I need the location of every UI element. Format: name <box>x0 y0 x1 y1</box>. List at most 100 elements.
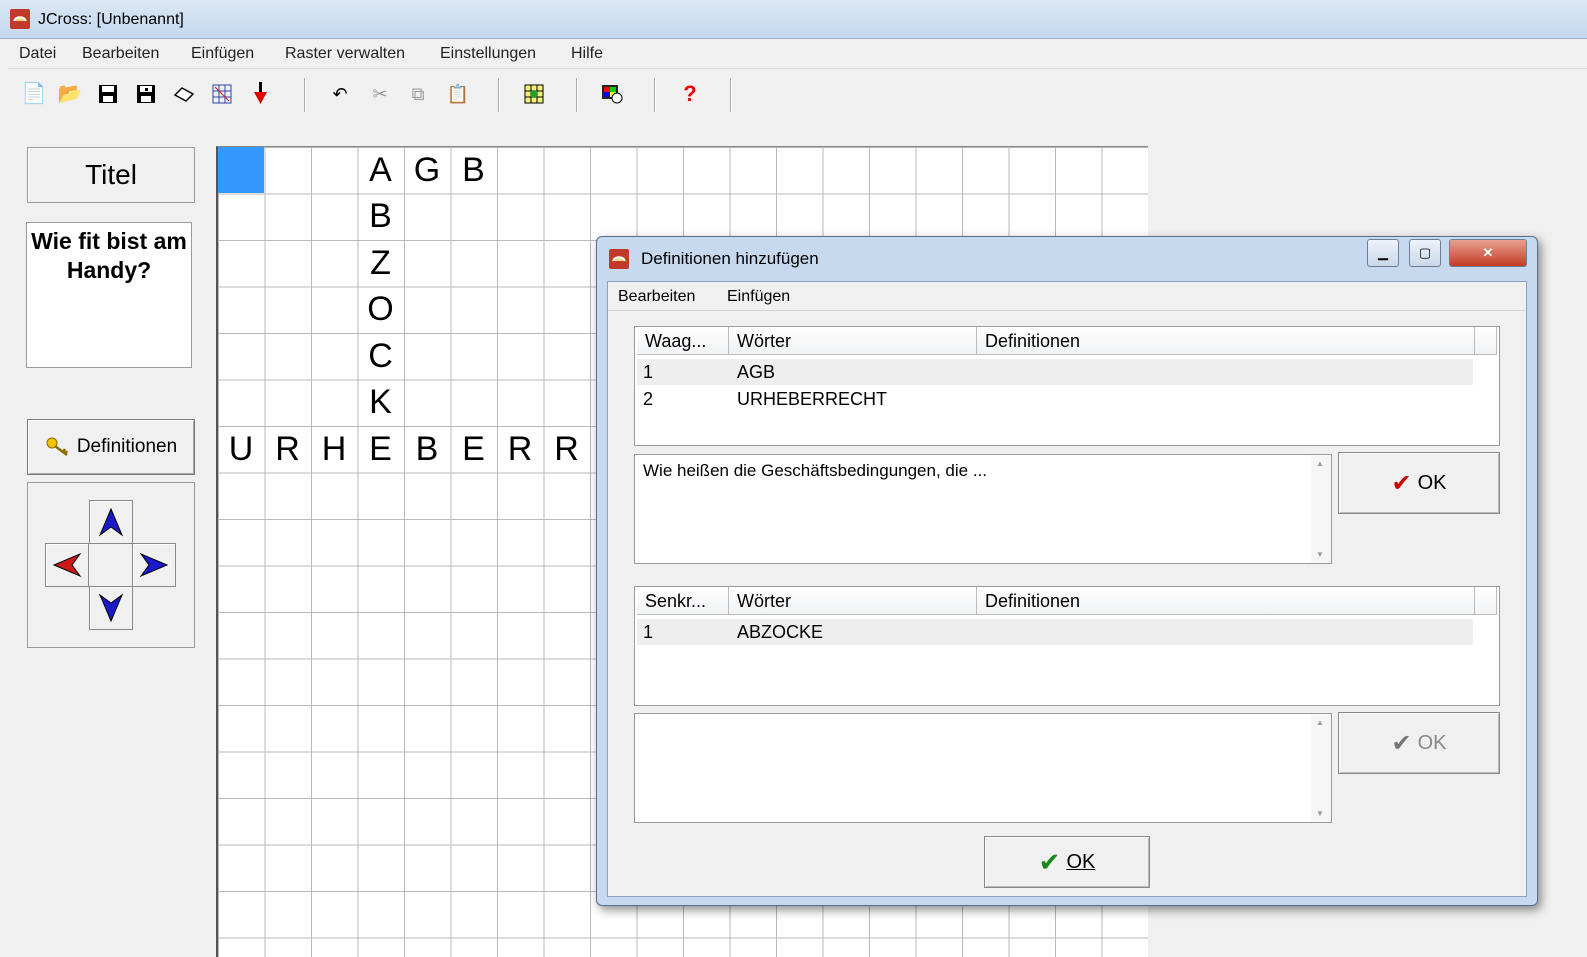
arrow-left-button[interactable] <box>45 543 89 587</box>
menu-einstellungen[interactable]: Einstellungen <box>440 45 536 63</box>
grid-cell[interactable]: A <box>358 147 404 193</box>
help-icon[interactable]: ? <box>676 80 704 108</box>
across-list[interactable]: Waag... Wörter Definitionen 1 AGB 2 URHE… <box>634 326 1500 446</box>
down-col-definitions[interactable]: Definitionen <box>977 587 1475 615</box>
across-ok-label: OK <box>1417 471 1447 494</box>
menu-datei[interactable]: Datei <box>19 45 56 63</box>
close-icon: ✕ <box>1482 245 1494 260</box>
across-row-word: AGB <box>737 362 776 382</box>
across-row-word: URHEBERRECHT <box>737 389 888 409</box>
dialog-menu-bar: Bearbeiten Einfügen <box>608 282 1526 311</box>
dialog-app-icon <box>609 249 629 269</box>
across-row[interactable]: 1 AGB <box>637 359 1473 385</box>
across-col-number[interactable]: Waag... <box>637 327 729 355</box>
down-definition-textarea[interactable]: ▲ ▼ <box>634 713 1332 823</box>
definitions-dialog: Definitionen hinzufügen ▁ ▢ ✕ Bearbeiten… <box>596 236 1538 906</box>
open-icon[interactable]: 📂 <box>56 80 84 108</box>
dialog-menu-einfuegen[interactable]: Einfügen <box>727 288 790 306</box>
window-title: JCross: [Unbenannt] <box>38 11 184 28</box>
menu-raster-verwalten[interactable]: Raster verwalten <box>285 45 405 63</box>
grid-cell[interactable]: Z <box>358 240 404 286</box>
grid-cell[interactable]: R <box>497 426 543 472</box>
dialog-ok-button[interactable]: ✔ OK <box>984 836 1150 888</box>
definitions-button[interactable]: Definitionen <box>27 419 195 475</box>
down-row[interactable]: 1 ABZOCKE <box>637 619 1473 645</box>
menu-einfuegen[interactable]: Einfügen <box>191 45 254 63</box>
maximize-button[interactable]: ▢ <box>1409 239 1441 267</box>
arrow-right-button[interactable] <box>132 543 176 587</box>
arrow-left-icon <box>52 552 82 578</box>
copy-icon[interactable]: ⧉ <box>404 80 432 108</box>
save-icon[interactable] <box>94 80 122 108</box>
dialog-body: Bearbeiten Einfügen Waag... Wörter Defin… <box>607 281 1527 897</box>
down-col-number[interactable]: Senkr... <box>637 587 729 615</box>
web-icon[interactable] <box>598 80 626 108</box>
down-row-word: ABZOCKE <box>737 622 824 642</box>
key-icon <box>46 437 68 456</box>
close-button[interactable]: ✕ <box>1449 239 1527 267</box>
grid-cell[interactable]: B <box>451 147 497 193</box>
puzzle-description[interactable]: Wie fit bist am Handy? <box>26 222 192 368</box>
check-icon: ✔ <box>1391 729 1412 757</box>
grid-cell[interactable]: G <box>404 147 450 193</box>
grid-cell[interactable]: E <box>451 426 497 472</box>
save-as-icon[interactable] <box>132 80 160 108</box>
dialog-title: Definitionen hinzufügen <box>641 249 819 268</box>
grid-cell[interactable]: K <box>358 380 404 426</box>
across-col-words[interactable]: Wörter <box>729 327 977 355</box>
new-icon[interactable]: 📄 <box>20 80 48 108</box>
minimize-button[interactable]: ▁ <box>1367 239 1399 267</box>
grid-random-icon[interactable] <box>208 80 236 108</box>
across-ok-button[interactable]: ✔ OK <box>1338 452 1500 514</box>
menu-bar: Datei Bearbeiten Einfügen Raster verwalt… <box>8 40 1587 69</box>
scroll-up-icon: ▲ <box>1316 718 1324 727</box>
dialog-menu-bearbeiten[interactable]: Bearbeiten <box>618 288 695 306</box>
grid-cell[interactable]: R <box>544 426 590 472</box>
across-definition-textarea[interactable]: Wie heißen die Geschäftsbedingungen, die… <box>634 454 1332 564</box>
down-definition-scrollbar[interactable]: ▲ ▼ <box>1311 714 1331 822</box>
down-ok-label: OK <box>1417 731 1447 754</box>
across-definition-scrollbar[interactable]: ▲ ▼ <box>1311 455 1331 563</box>
scroll-up-icon: ▲ <box>1316 459 1324 468</box>
minimize-icon: ▁ <box>1378 245 1388 260</box>
arrow-right-icon <box>139 552 169 578</box>
across-definition-text: Wie heißen die Geschäftsbedingungen, die… <box>643 461 987 480</box>
undo-icon[interactable]: ↶ <box>326 80 354 108</box>
app-icon <box>10 9 30 29</box>
title-bar: JCross: [Unbenannt] <box>0 0 1587 39</box>
selected-cell[interactable] <box>218 147 264 193</box>
arrow-down-button[interactable] <box>89 586 133 630</box>
nav-arrow-panel <box>27 482 195 648</box>
across-row-number: 2 <box>643 389 654 409</box>
down-col-words[interactable]: Wörter <box>729 587 977 615</box>
paste-icon[interactable]: 📋 <box>444 80 472 108</box>
arrow-down-icon <box>98 593 124 623</box>
erase-icon[interactable] <box>170 80 198 108</box>
cut-icon[interactable]: ✂ <box>366 80 394 108</box>
check-icon: ✔ <box>1391 469 1412 497</box>
maximize-icon: ▢ <box>1418 245 1432 260</box>
down-list[interactable]: Senkr... Wörter Definitionen 1 ABZOCKE <box>634 586 1500 706</box>
grid-cell[interactable]: H <box>311 426 357 472</box>
title-button[interactable]: Titel <box>27 147 195 203</box>
scroll-down-icon: ▼ <box>1316 550 1324 559</box>
grid-cell[interactable]: C <box>358 333 404 379</box>
menu-bearbeiten[interactable]: Bearbeiten <box>82 45 159 63</box>
grid-cell[interactable]: O <box>358 287 404 333</box>
grid-cell[interactable]: E <box>358 426 404 472</box>
down-ok-button[interactable]: ✔ OK <box>1338 712 1500 774</box>
across-col-definitions[interactable]: Definitionen <box>977 327 1475 355</box>
dialog-ok-label: OK <box>1066 850 1096 873</box>
arrow-up-button[interactable] <box>89 500 133 544</box>
grid-cell[interactable]: B <box>404 426 450 472</box>
scroll-down-icon: ▼ <box>1316 809 1324 818</box>
grid-cell[interactable]: B <box>358 194 404 240</box>
across-row[interactable]: 2 URHEBERRECHT <box>637 386 1473 412</box>
grid-cell[interactable]: R <box>265 426 311 472</box>
arrow-up-icon <box>98 507 124 537</box>
menu-hilfe[interactable]: Hilfe <box>571 45 603 63</box>
grid-add-icon[interactable] <box>520 80 548 108</box>
definitions-button-label: Definitionen <box>76 436 178 457</box>
grid-cell[interactable]: U <box>218 426 264 472</box>
export-icon[interactable] <box>246 80 274 108</box>
